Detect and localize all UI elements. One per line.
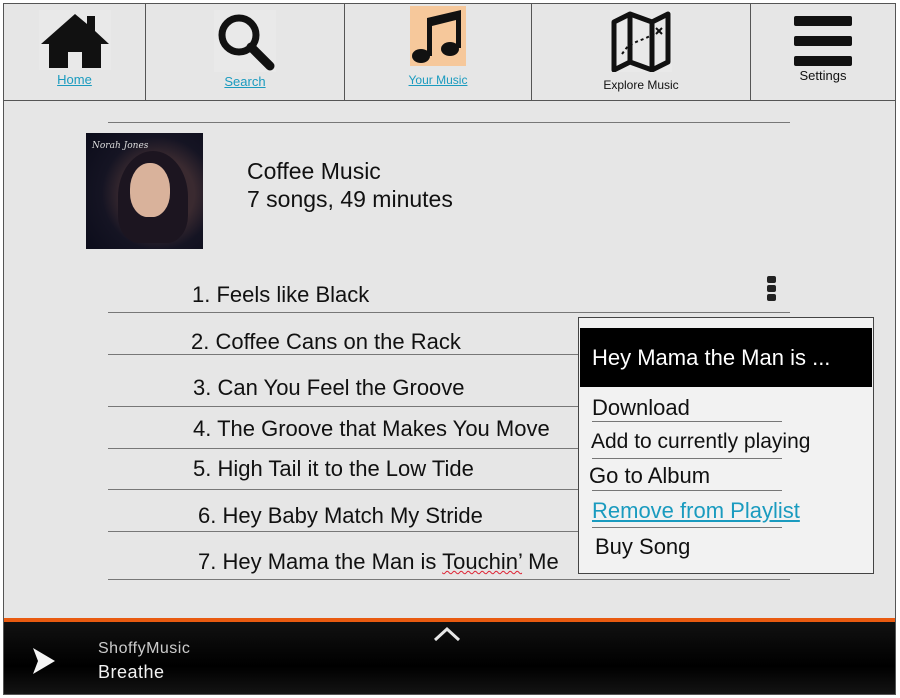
divider bbox=[108, 531, 580, 532]
song-row-2[interactable]: 2. Coffee Cans on the Rack bbox=[191, 329, 461, 355]
divider bbox=[108, 312, 790, 313]
now-playing-title[interactable]: Breathe bbox=[98, 662, 165, 683]
nav-your-music[interactable]: Your Music bbox=[345, 4, 532, 100]
menu-add-to-playing[interactable]: Add to currently playing bbox=[591, 430, 810, 454]
song-row-3[interactable]: 3. Can You Feel the Groove bbox=[193, 375, 465, 401]
chevron-up-icon[interactable] bbox=[433, 626, 461, 642]
nav-home[interactable]: Home bbox=[4, 4, 146, 100]
divider bbox=[108, 489, 580, 490]
menu-buy-song[interactable]: Buy Song bbox=[595, 534, 690, 560]
playlist-title: Coffee Music bbox=[247, 158, 381, 184]
map-icon bbox=[610, 10, 672, 72]
cover-artist-text: Norah Jones bbox=[92, 141, 149, 151]
nav-search[interactable]: Search bbox=[146, 4, 345, 100]
menu-download[interactable]: Download bbox=[592, 395, 690, 421]
song-row-1[interactable]: 1. Feels like Black bbox=[192, 282, 369, 308]
play-icon[interactable] bbox=[33, 648, 55, 674]
app-window: Home Search Your Music Explore Music Set… bbox=[3, 3, 896, 695]
divider bbox=[592, 458, 782, 459]
nav-home-label[interactable]: Home bbox=[4, 72, 145, 87]
divider bbox=[592, 490, 782, 491]
context-menu-header: Hey Mama the Man is ... bbox=[580, 328, 872, 387]
divider bbox=[108, 122, 790, 123]
home-icon bbox=[38, 10, 111, 70]
divider bbox=[108, 406, 580, 407]
divider bbox=[108, 448, 580, 449]
nav-settings-label[interactable]: Settings bbox=[751, 68, 895, 83]
divider bbox=[592, 527, 782, 528]
album-cover[interactable]: Norah Jones bbox=[86, 133, 203, 249]
nav-explore-label[interactable]: Explore Music bbox=[532, 78, 750, 92]
more-options-icon[interactable] bbox=[764, 276, 778, 304]
nav-search-label[interactable]: Search bbox=[146, 74, 344, 89]
song-row-5[interactable]: 5. High Tail it to the Low Tide bbox=[193, 456, 474, 482]
divider bbox=[108, 579, 790, 580]
nav-settings[interactable]: Settings bbox=[751, 4, 895, 100]
song-row-7[interactable]: 7. Hey Mama the Man is Touchin’ Me bbox=[198, 549, 559, 575]
divider bbox=[108, 354, 580, 355]
divider bbox=[592, 421, 782, 422]
nav-your-music-label[interactable]: Your Music bbox=[345, 73, 531, 87]
player-app-name: ShoffyMusic bbox=[98, 640, 191, 657]
search-icon bbox=[214, 10, 276, 72]
playlist-meta: 7 songs, 49 minutes bbox=[247, 186, 453, 212]
top-nav: Home Search Your Music Explore Music Set… bbox=[4, 4, 895, 101]
song-row-4[interactable]: 4. The Groove that Makes You Move bbox=[193, 416, 550, 442]
menu-icon bbox=[794, 16, 852, 66]
menu-remove-from-playlist[interactable]: Remove from Playlist bbox=[592, 498, 800, 524]
player-bar: ShoffyMusic Breathe bbox=[4, 618, 895, 694]
song-row-6[interactable]: 6. Hey Baby Match My Stride bbox=[198, 503, 483, 529]
menu-go-to-album[interactable]: Go to Album bbox=[589, 463, 710, 489]
song-context-menu: Hey Mama the Man is ... Download Add to … bbox=[578, 317, 874, 574]
music-note-icon bbox=[410, 6, 466, 66]
nav-explore[interactable]: Explore Music bbox=[532, 4, 751, 100]
